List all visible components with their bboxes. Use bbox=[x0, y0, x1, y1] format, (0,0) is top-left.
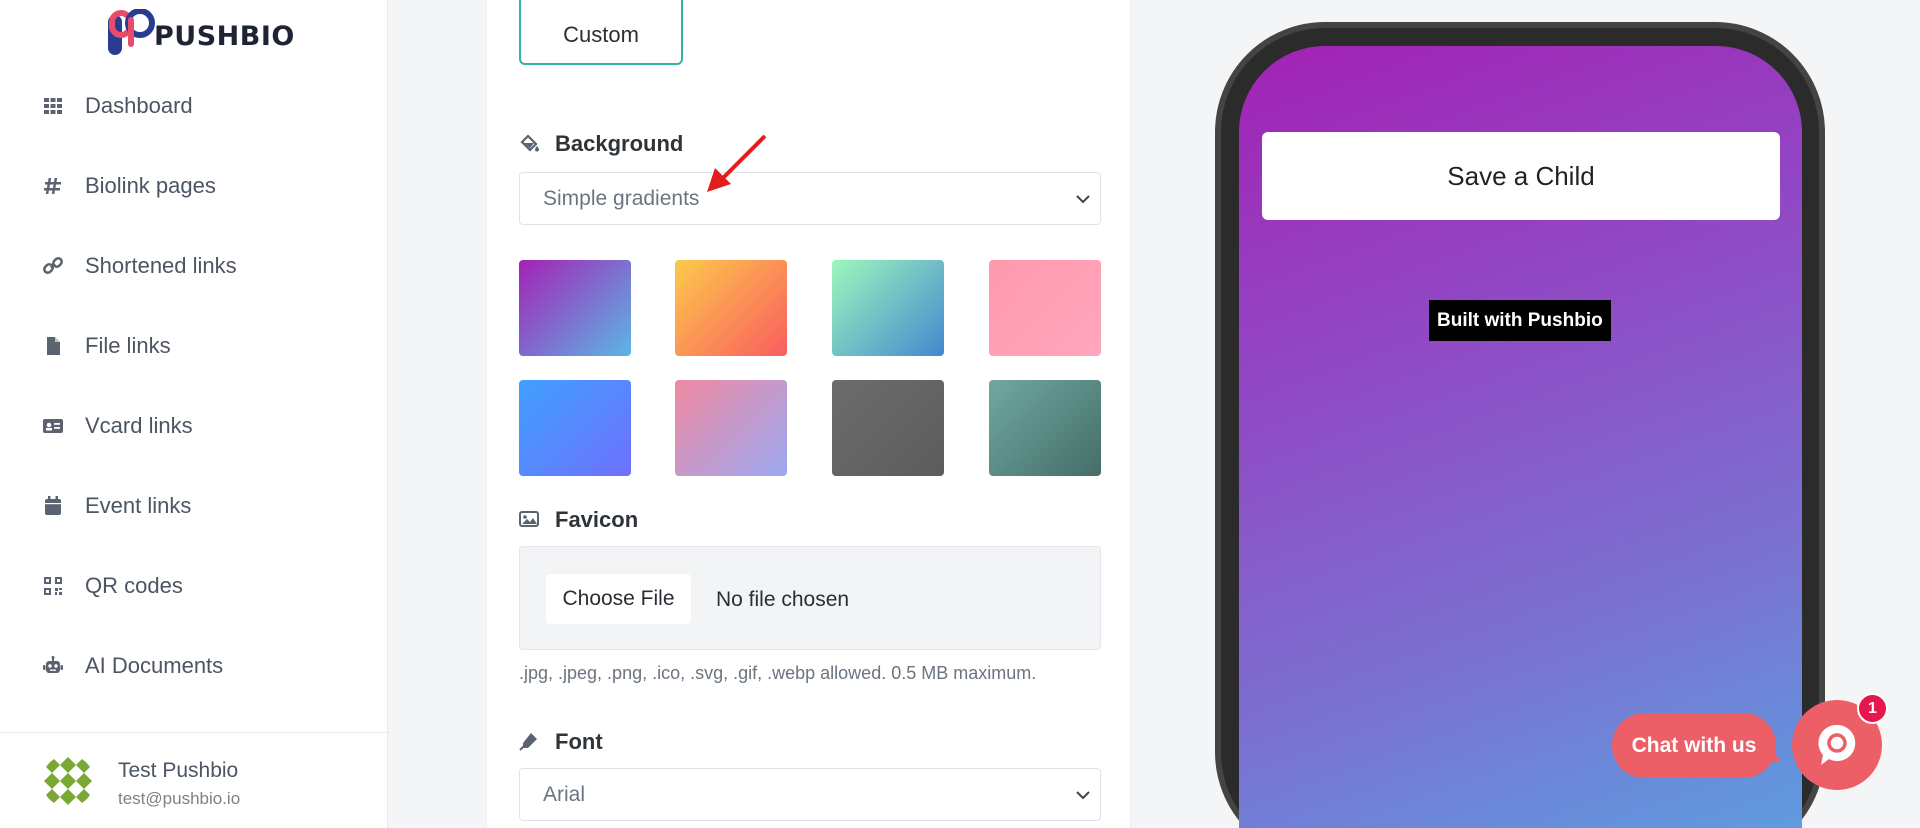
sidebar-item-biolink-pages[interactable]: Biolink pages bbox=[0, 146, 388, 226]
sidebar: PUSHBIO Dashboard Biolink pages Shortene… bbox=[0, 0, 388, 828]
branding-badge[interactable]: Built with Pushbio bbox=[1429, 300, 1611, 341]
sidebar-item-event-links[interactable]: Event links bbox=[0, 466, 388, 546]
preview-link-button[interactable]: Save a Child bbox=[1262, 132, 1780, 220]
gradient-swatch[interactable] bbox=[519, 380, 631, 476]
brand-logo[interactable]: PUSHBIO bbox=[106, 8, 295, 60]
file-status: No file chosen bbox=[716, 588, 850, 611]
favicon-label: Favicon bbox=[519, 507, 638, 533]
chat-with-us-button[interactable]: Chat with us bbox=[1612, 713, 1776, 778]
sidebar-item-file-links[interactable]: File links bbox=[0, 306, 388, 386]
qrcode-icon bbox=[43, 576, 63, 596]
sidebar-item-label: QR codes bbox=[85, 573, 183, 598]
gradient-swatch[interactable] bbox=[832, 380, 944, 476]
sidebar-nav: Dashboard Biolink pages Shortened links … bbox=[0, 66, 388, 706]
sidebar-item-qr-codes[interactable]: QR codes bbox=[0, 546, 388, 626]
sidebar-item-label: Dashboard bbox=[85, 93, 193, 118]
unread-badge: 1 bbox=[1857, 693, 1888, 724]
settings-panel: Custom Background Simple gradients Favic… bbox=[486, 0, 1131, 828]
hash-icon bbox=[43, 176, 63, 196]
gradient-swatch[interactable] bbox=[832, 260, 944, 356]
choose-file-button[interactable]: Choose File bbox=[546, 574, 691, 624]
favicon-hint: .jpg, .jpeg, .png, .ico, .svg, .gif, .we… bbox=[519, 663, 1037, 683]
robot-icon bbox=[43, 656, 63, 676]
user-menu[interactable]: Test Pushbio test@pushbio.io bbox=[0, 732, 388, 828]
paint-bucket-icon bbox=[519, 133, 541, 155]
pushbio-logo-icon bbox=[106, 8, 158, 59]
chevron-down-icon bbox=[1076, 195, 1090, 204]
sidebar-item-label: Event links bbox=[85, 493, 192, 518]
sidebar-item-dashboard[interactable]: Dashboard bbox=[0, 66, 388, 146]
sidebar-item-ai-documents[interactable]: AI Documents bbox=[0, 626, 388, 706]
image-icon bbox=[519, 509, 541, 531]
pen-icon bbox=[519, 731, 541, 753]
id-card-icon bbox=[43, 416, 63, 436]
sidebar-item-label: File links bbox=[85, 333, 171, 358]
gradient-swatch[interactable] bbox=[989, 260, 1101, 356]
sidebar-item-label: Shortened links bbox=[85, 253, 237, 278]
background-type-value: Simple gradients bbox=[543, 186, 700, 210]
chat-bubble-icon bbox=[1818, 724, 1856, 765]
font-value: Arial bbox=[543, 782, 586, 806]
gradient-swatch[interactable] bbox=[989, 380, 1101, 476]
gradient-swatch[interactable] bbox=[675, 380, 787, 476]
grid-icon bbox=[43, 96, 63, 116]
chat-pill-tail bbox=[1766, 748, 1782, 764]
phone-preview-screen: Save a Child Built with Pushbio bbox=[1239, 46, 1802, 828]
gradient-swatch[interactable] bbox=[519, 260, 631, 356]
background-type-select[interactable]: Simple gradients bbox=[519, 172, 1101, 225]
font-select[interactable]: Arial bbox=[519, 768, 1101, 821]
annotation-arrow-icon bbox=[707, 134, 767, 192]
font-label: Font bbox=[519, 729, 603, 755]
link-icon bbox=[43, 256, 63, 276]
gradient-swatch[interactable] bbox=[675, 260, 787, 356]
brand-name: PUSHBIO bbox=[154, 20, 295, 52]
user-name: Test Pushbio bbox=[118, 759, 239, 782]
chevron-down-icon bbox=[1076, 791, 1090, 800]
calendar-icon bbox=[43, 496, 63, 516]
sidebar-item-vcard-links[interactable]: Vcard links bbox=[0, 386, 388, 466]
favicon-file-input: Choose File No file chosen bbox=[519, 546, 1101, 650]
avatar bbox=[42, 755, 94, 807]
sidebar-item-shortened-links[interactable]: Shortened links bbox=[0, 226, 388, 306]
custom-option-button[interactable]: Custom bbox=[519, 0, 683, 65]
file-icon bbox=[43, 336, 63, 356]
user-email: test@pushbio.io bbox=[118, 789, 241, 808]
sidebar-item-label: Vcard links bbox=[85, 413, 193, 438]
sidebar-item-label: AI Documents bbox=[85, 653, 224, 678]
sidebar-item-label: Biolink pages bbox=[85, 173, 216, 198]
background-label: Background bbox=[519, 131, 683, 157]
